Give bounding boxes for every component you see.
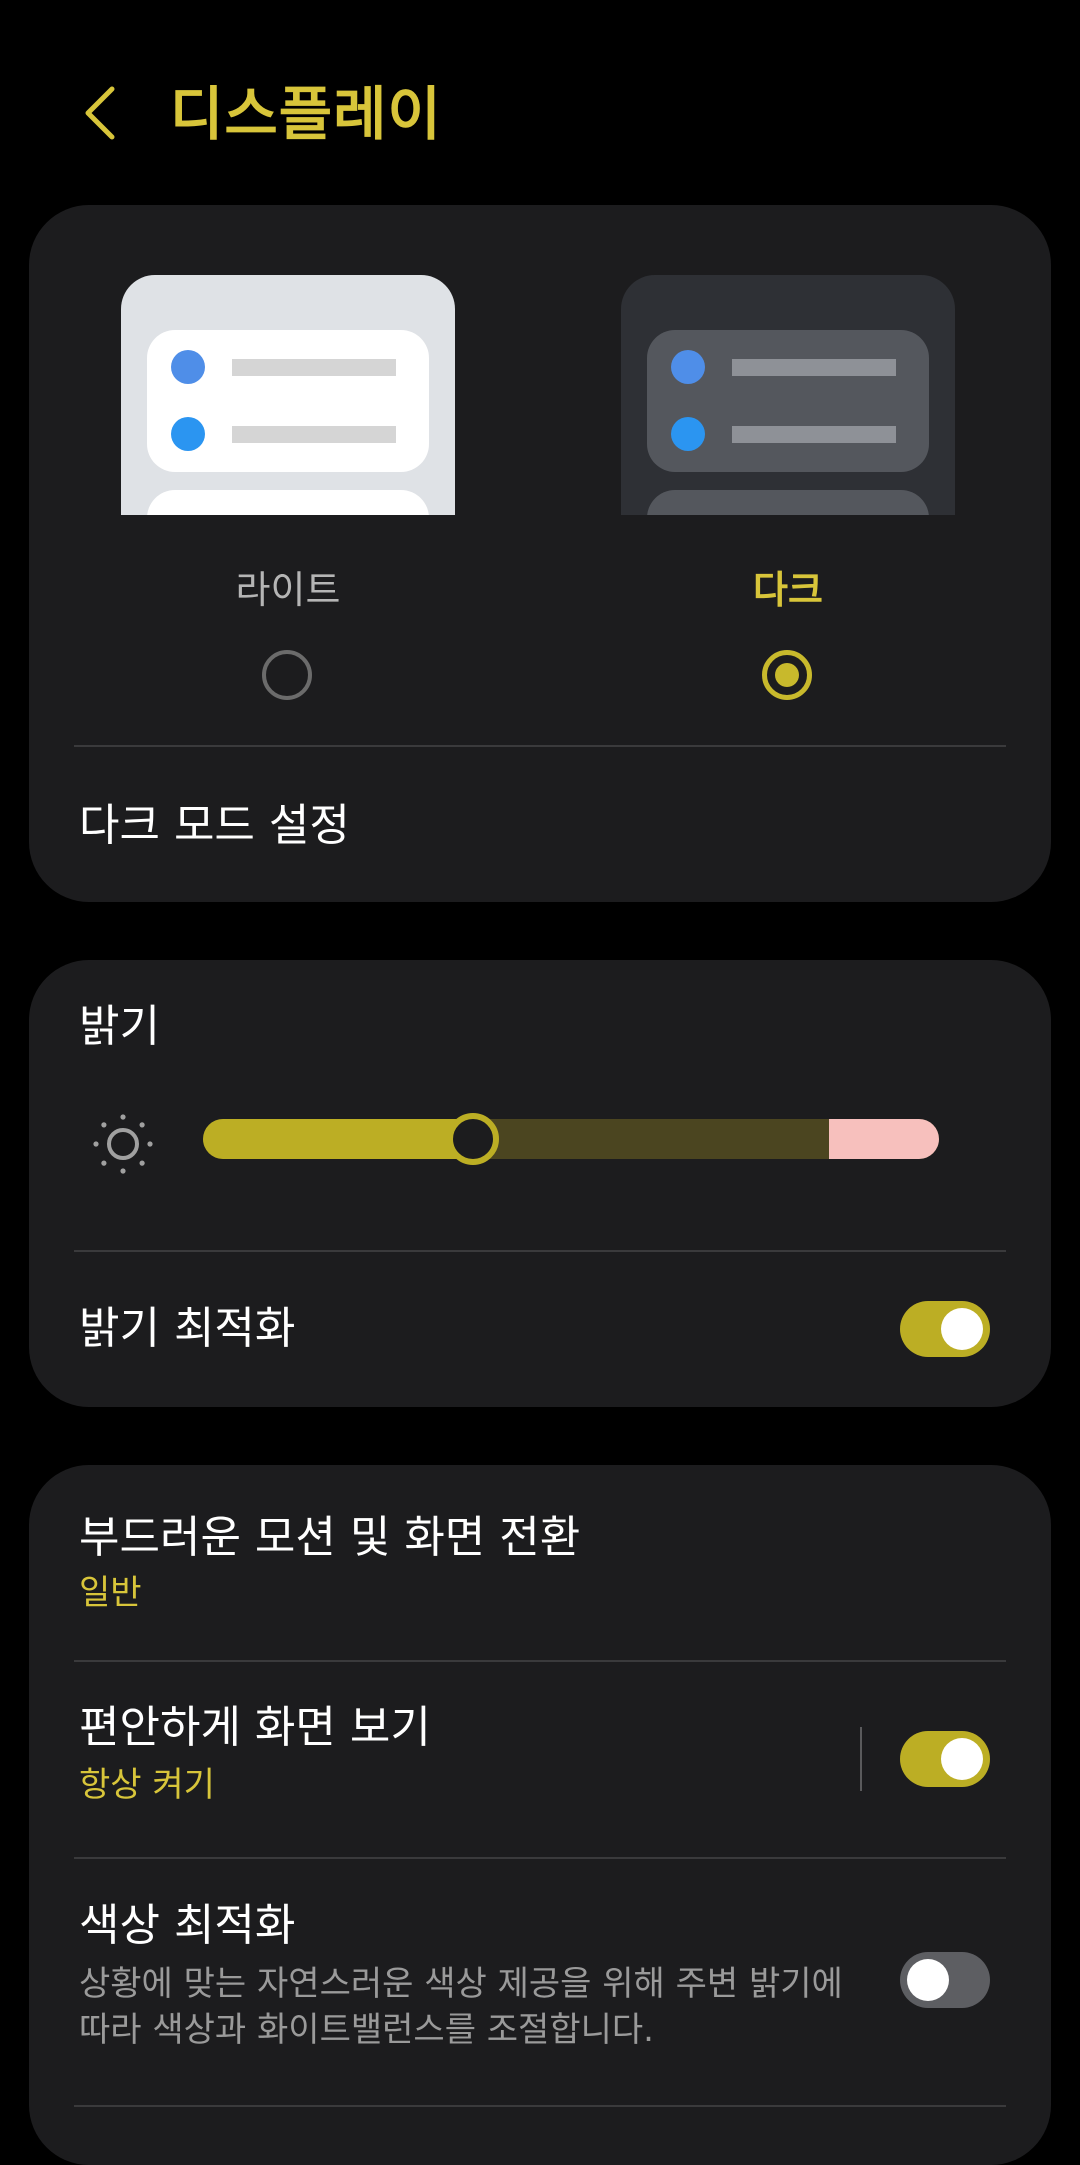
page-title: 디스플레이 — [170, 80, 442, 148]
adaptive-color-label: 색상 최적화 — [79, 1900, 296, 1951]
preview-line — [732, 359, 896, 376]
preview-line — [232, 426, 396, 443]
display-options-card: 부드러운 모션 및 화면 전환 일반 편안하게 화면 보기 항상 켜기 색상 최… — [29, 1465, 1051, 2165]
divider — [74, 1660, 1006, 1662]
motion-smoothness-value: 일반 — [79, 1573, 142, 1613]
toggle-knob — [907, 1959, 949, 2001]
preview-dot — [671, 350, 705, 384]
toggle-knob — [941, 1308, 983, 1350]
preview-list-box — [647, 330, 929, 472]
adaptive-color-description: 상황에 맞는 자연스러운 색상 제공을 위해 주변 밝기에 따라 색상과 화이트… — [79, 1964, 843, 2050]
theme-card: 라이트 다크 다크 모드 설정 — [29, 205, 1051, 902]
eye-comfort-item[interactable]: 편안하게 화면 보기 — [79, 1699, 431, 1757]
brightness-slider-fill — [203, 1119, 473, 1159]
dark-theme-preview[interactable] — [621, 275, 955, 515]
brightness-slider[interactable] — [203, 1119, 939, 1159]
preview-list-box — [647, 490, 929, 515]
motion-smoothness-item[interactable]: 부드러운 모션 및 화면 전환 — [79, 1509, 580, 1567]
preview-line — [232, 359, 396, 376]
light-theme-preview[interactable] — [121, 275, 455, 515]
preview-dot — [671, 417, 705, 451]
preview-line — [732, 426, 896, 443]
divider — [74, 745, 1006, 747]
adaptive-color-toggle[interactable] — [900, 1952, 990, 2008]
preview-dot — [171, 350, 205, 384]
light-theme-radio[interactable] — [262, 650, 312, 700]
toggle-knob — [941, 1738, 983, 1780]
vertical-separator — [860, 1727, 862, 1791]
adaptive-brightness-toggle[interactable] — [900, 1301, 990, 1357]
dark-mode-settings-item[interactable]: 다크 모드 설정 — [79, 797, 350, 855]
app-header: 디스플레이 — [0, 0, 1080, 200]
divider — [74, 1857, 1006, 1859]
preview-list-box — [147, 330, 429, 472]
sun-icon — [93, 1114, 153, 1174]
preview-list-box — [147, 490, 429, 515]
brightness-title: 밝기 — [79, 1001, 160, 1052]
chevron-left-icon — [85, 86, 115, 140]
brightness-card: 밝기 밝기 최적화 — [29, 960, 1051, 1407]
adaptive-brightness-label: 밝기 최적화 — [79, 1303, 296, 1354]
divider — [74, 2105, 1006, 2107]
brightness-slider-thumb[interactable] — [447, 1113, 499, 1165]
eye-comfort-value: 항상 켜기 — [79, 1765, 215, 1805]
dark-theme-radio[interactable] — [762, 650, 812, 700]
brightness-extra-zone — [829, 1119, 939, 1159]
back-button[interactable] — [70, 78, 130, 148]
divider — [74, 1250, 1006, 1252]
eye-comfort-toggle[interactable] — [900, 1731, 990, 1787]
dark-theme-label: 다크 — [753, 568, 823, 612]
light-theme-label: 라이트 — [235, 568, 341, 612]
preview-dot — [171, 417, 205, 451]
